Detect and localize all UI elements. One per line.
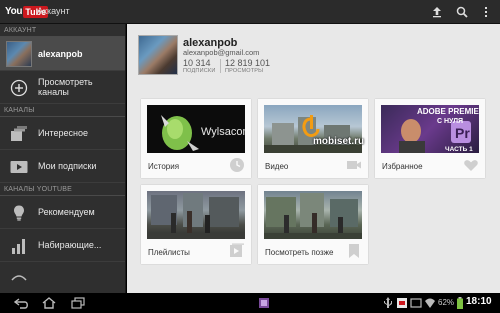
favorites-thumbnail-art: Pr ADOBE PREMIERE С НУЛЯ ЧАСТЬ 1 [399, 107, 479, 153]
wifi-icon [425, 298, 435, 308]
usb-icon [384, 297, 392, 308]
subscribers-value: 10 314 [183, 58, 211, 68]
tile-history[interactable]: Wylsacom История [141, 99, 251, 178]
section-header-account: АККАУНТ [0, 24, 125, 37]
app-notification-icon[interactable] [256, 296, 272, 310]
overflow-menu-icon[interactable] [478, 4, 494, 20]
sidebar-item-label: alexanpob [38, 48, 83, 59]
favorites-thumbnail-sub: С НУЛЯ [437, 118, 463, 125]
sidebar-item-interesting[interactable]: Интересное [0, 117, 125, 150]
playlists-thumbnail-art [147, 193, 245, 239]
views-caption: ПРОСМОТРЫ [225, 68, 264, 74]
search-icon[interactable] [454, 4, 470, 20]
upload-icon[interactable] [429, 4, 445, 20]
home-icon[interactable] [41, 296, 57, 310]
sidebar-item-label: Интересное [38, 128, 88, 138]
profile-email: alexanpob@gmail.com [183, 48, 260, 57]
download-notification-icon [397, 298, 407, 308]
watch-later-thumbnail-art [264, 193, 362, 239]
views-value: 12 819 101 [225, 58, 271, 68]
tile-watch-later-label: Посмотреть позже [265, 248, 334, 257]
favorites-thumbnail-part: ЧАСТЬ 1 [445, 146, 473, 153]
sidebar: АККАУНТ alexanpob Просмотреть каналы КАН… [0, 24, 126, 293]
clock-icon [230, 158, 244, 172]
subscribers-caption: ПОДПИСКИ [183, 68, 216, 74]
screenshot-icon [410, 298, 422, 308]
profile-avatar [138, 35, 178, 75]
watch-later-thumbnail [264, 191, 362, 239]
favorites-thumbnail-title: ADOBE PREMIERE [417, 107, 479, 116]
battery-percentage: 62% [438, 298, 455, 307]
views-stat: 12 819 101 ПРОСМОТРЫ [225, 58, 270, 74]
sidebar-item-label: Просмотреть каналы [38, 77, 93, 97]
premiere-logo-text: Pr [455, 125, 470, 141]
tile-history-label: История [148, 162, 180, 171]
logo-you: You [5, 6, 23, 17]
add-circle-icon [10, 79, 28, 97]
sidebar-item-browse-channels[interactable]: Просмотреть каналы [0, 71, 125, 104]
sidebar-item-label: Мои подписки [38, 161, 97, 171]
tile-watch-later[interactable]: Посмотреть позже [258, 185, 368, 264]
stacked-cards-icon [11, 126, 27, 141]
history-thumbnail: Wylsacom [147, 105, 245, 153]
tile-playlists[interactable]: Плейлисты [141, 185, 251, 264]
back-icon[interactable] [14, 296, 30, 310]
avatar [6, 41, 32, 67]
sidebar-item-partial[interactable] [0, 262, 125, 293]
system-navigation-bar: 62% 18:10 [0, 293, 500, 313]
video-play-icon [10, 161, 28, 173]
tile-video-label: Видео [265, 162, 289, 171]
history-thumbnail-art: Wylsacom [161, 115, 245, 151]
video-camera-icon [347, 161, 361, 169]
lightbulb-icon [14, 205, 24, 221]
partial-icon [11, 275, 27, 281]
sidebar-item-label: Набирающие... [38, 240, 102, 250]
bar-chart-icon [12, 239, 25, 254]
battery-icon [457, 297, 463, 309]
tile-playlists-label: Плейлисты [148, 248, 190, 257]
tile-favorites-label: Избранное [382, 162, 423, 171]
history-thumbnail-caption: Wylsacom [201, 126, 245, 138]
section-header-youtube-channels: КАНАЛЫ YOUTUBE [0, 183, 125, 196]
section-header-channels: КАНАЛЫ [0, 104, 125, 117]
playlists-thumbnail [147, 191, 245, 239]
tile-favorites[interactable]: Pr ADOBE PREMIERE С НУЛЯ ЧАСТЬ 1 Избранн… [375, 99, 485, 178]
sidebar-item-recommended[interactable]: Рекомендуем [0, 196, 125, 229]
page-title: Аккаунт [37, 6, 70, 16]
stat-divider [220, 59, 221, 73]
watermark: mobiset.ru [313, 136, 365, 147]
subscribers-stat: 10 314 ПОДПИСКИ [183, 58, 215, 74]
heart-icon [464, 160, 478, 171]
sidebar-item-label: Рекомендуем [38, 207, 95, 217]
sidebar-item-subscriptions[interactable]: Мои подписки [0, 150, 125, 183]
sidebar-item-trending[interactable]: Набирающие... [0, 229, 125, 262]
recent-apps-icon[interactable] [70, 296, 86, 310]
favorites-thumbnail: Pr ADOBE PREMIERE С НУЛЯ ЧАСТЬ 1 [381, 105, 479, 153]
account-content: alexanpob alexanpob@gmail.com 10 314 ПОД… [127, 24, 500, 293]
system-clock: 18:10 [466, 296, 492, 307]
sidebar-item-account[interactable]: alexanpob [0, 37, 125, 71]
action-bar: You Tube Аккаунт [0, 0, 500, 24]
bookmark-icon [349, 244, 359, 258]
playlist-play-icon [230, 243, 244, 257]
